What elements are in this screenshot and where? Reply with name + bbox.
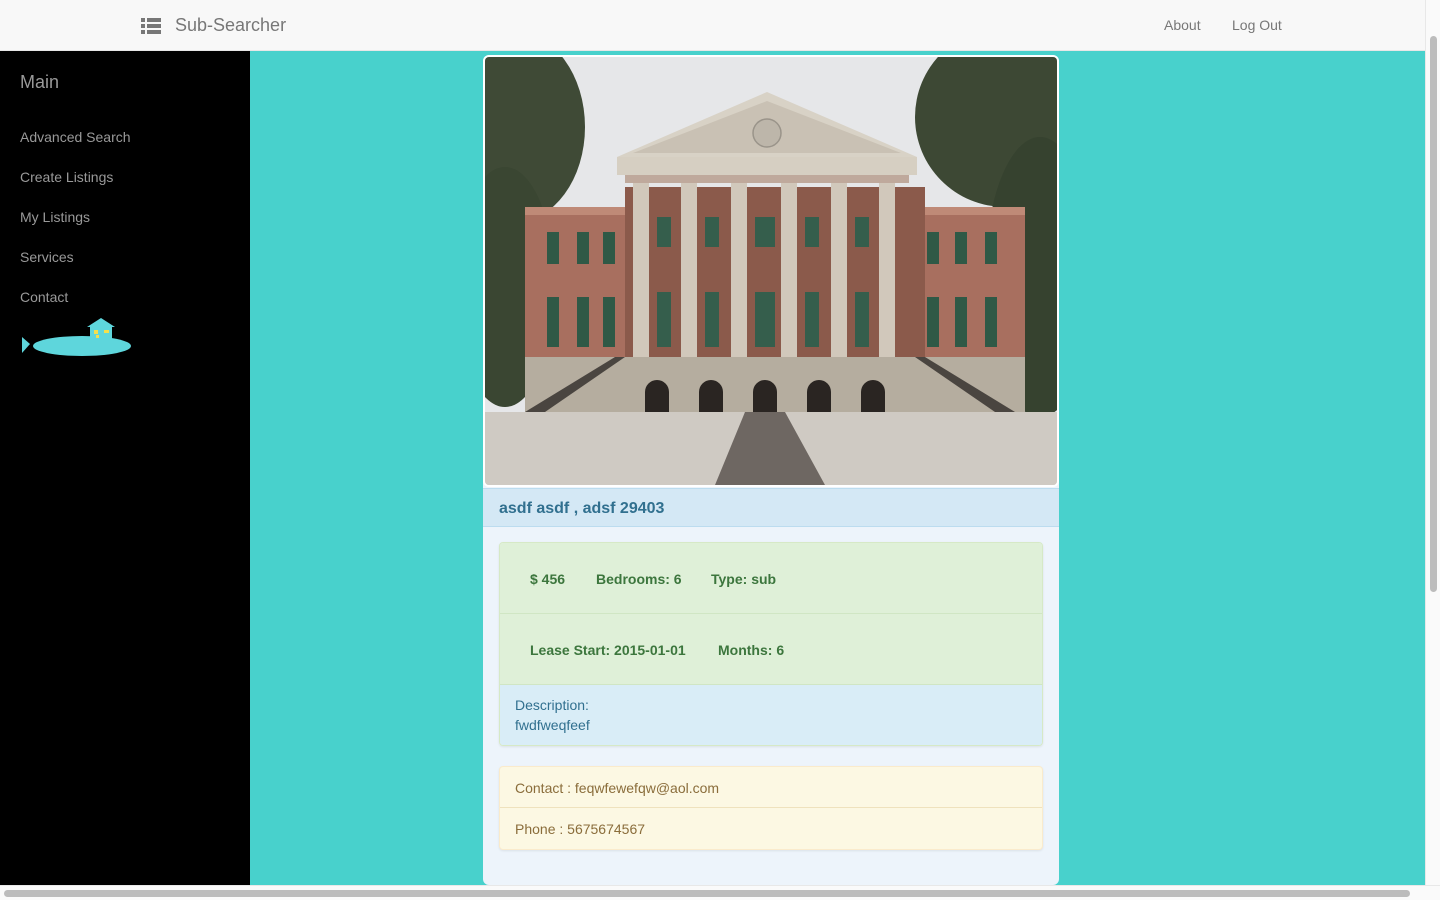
submarine-house-icon <box>22 318 131 356</box>
vertical-scrollbar[interactable] <box>1425 0 1440 885</box>
lease-start: Lease Start: 2015-01-01 <box>530 642 686 658</box>
sidebar-title[interactable]: Main <box>20 71 59 93</box>
sidebar: Main Advanced Search Create Listings My … <box>0 51 250 885</box>
vertical-scroll-thumb[interactable] <box>1430 36 1437 592</box>
sidebar-item-create-listings[interactable]: Create Listings <box>20 168 113 186</box>
phone-row: Phone : 5675674567 <box>500 808 1042 849</box>
description-text: fwdfweqfeef <box>515 717 590 733</box>
contact-email: Contact : feqwfewefqw@aol.com <box>515 780 720 796</box>
contact-row: Contact : feqwfewefqw@aol.com <box>500 767 1042 808</box>
listing-address: asdf asdf , adsf 29403 <box>499 500 665 517</box>
nav-logout-link[interactable]: Log Out <box>1232 16 1282 34</box>
details-row: $ 456 Bedrooms: 6 Type: sub <box>500 543 1042 614</box>
horizontal-scroll-thumb[interactable] <box>4 890 1410 897</box>
contact-info: Contact : feqwfewefqw@aol.com Phone : 56… <box>499 766 1043 850</box>
listing-card: asdf asdf , adsf 29403 $ 456 Bedrooms: 6… <box>483 55 1059 885</box>
description-row: Description: fwdfweqfeef <box>500 685 1042 745</box>
listing-type: Type: sub <box>711 571 777 587</box>
description-label: Description: <box>515 697 589 713</box>
sidebar-item-services[interactable]: Services <box>20 248 74 266</box>
listing-details: $ 456 Bedrooms: 6 Type: sub Lease Start:… <box>499 542 1043 746</box>
listing-bedrooms: Bedrooms: 6 <box>596 571 682 587</box>
list-icon[interactable] <box>141 17 161 35</box>
contact-phone: Phone : 5675674567 <box>515 821 646 837</box>
sidebar-item-advanced-search[interactable]: Advanced Search <box>20 128 131 146</box>
sidebar-item-my-listings[interactable]: My Listings <box>20 208 90 226</box>
nav-about-link[interactable]: About <box>1164 16 1201 34</box>
horizontal-scrollbar[interactable] <box>0 885 1440 900</box>
sidebar-item-contact[interactable]: Contact <box>20 288 68 306</box>
top-navbar: Sub-Searcher About Log Out <box>0 0 1425 51</box>
listing-price: $ 456 <box>530 571 566 587</box>
brand-link[interactable]: Sub-Searcher <box>175 14 286 36</box>
building-photo <box>485 57 1057 485</box>
lease-months: Months: 6 <box>718 642 785 658</box>
listing-heading: asdf asdf , adsf 29403 <box>483 488 1059 527</box>
listing-photo <box>483 55 1059 487</box>
lease-row: Lease Start: 2015-01-01 Months: 6 <box>500 614 1042 685</box>
